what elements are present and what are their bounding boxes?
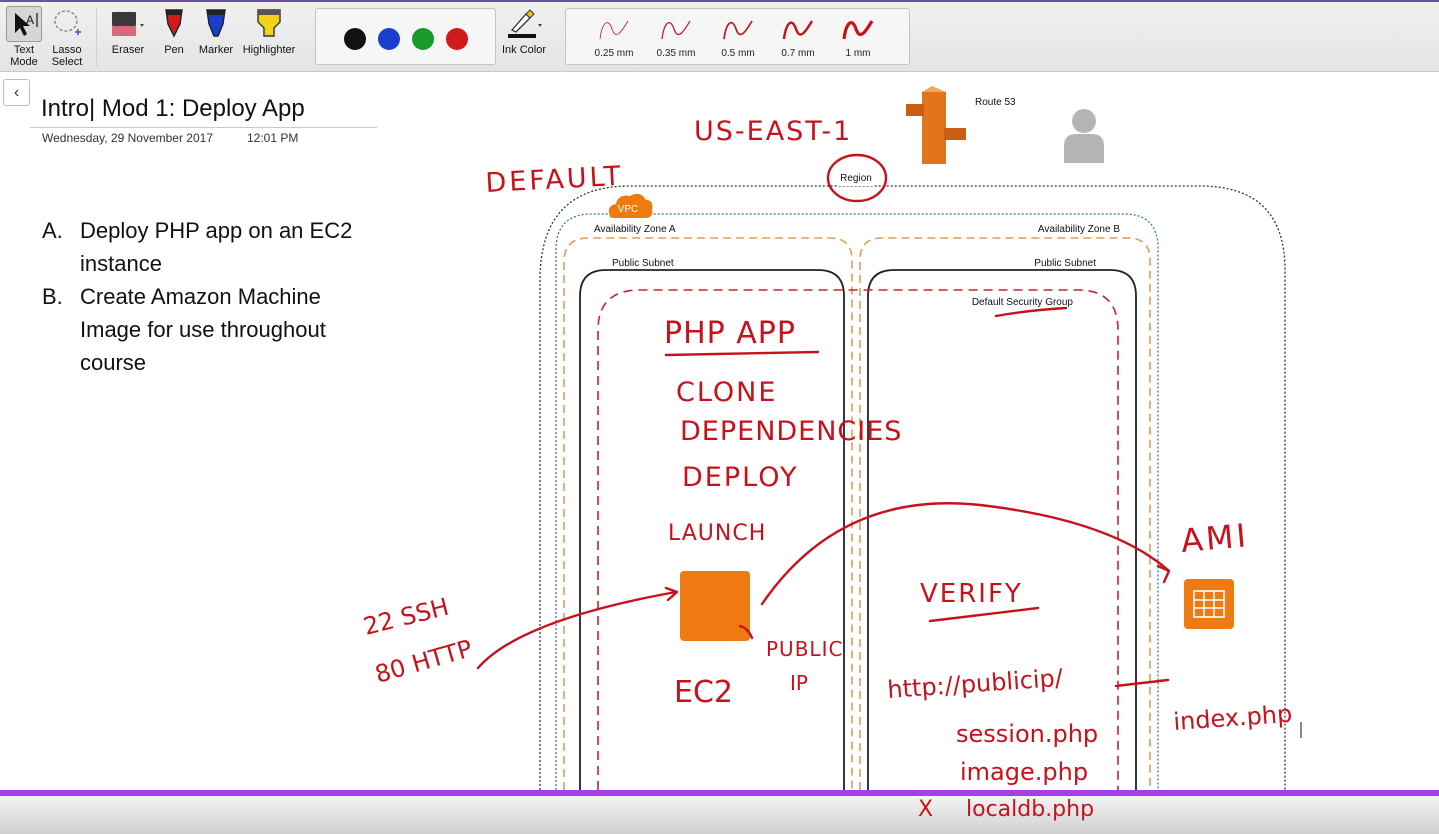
stroke-035-icon (661, 20, 691, 40)
region-label: Region (840, 173, 872, 184)
color-swatch-green[interactable] (412, 28, 434, 50)
ec2-instance-icon (680, 571, 750, 641)
text-mode-icon: A (6, 6, 42, 42)
highlighter-label: Highlighter (242, 44, 296, 56)
thickness-palette: 0.25 mm 0.35 mm 0.5 mm 0.7 mm 1 mm (565, 8, 910, 65)
pen-label: Pen (164, 44, 184, 56)
ink-public: PUBLIC (766, 637, 843, 661)
az-a-label: Availability Zone A (594, 224, 676, 235)
ink-ami: AMI (1179, 516, 1250, 560)
thickness-035-label: 0.35 mm (656, 48, 696, 59)
ink-url: http://publicip/ (886, 664, 1064, 704)
lasso-select-label: Lasso Select (51, 44, 83, 68)
thickness-07-button[interactable]: 0.7 mm (768, 13, 828, 59)
thickness-05-label: 0.5 mm (721, 48, 755, 59)
ink-dependencies: DEPENDENCIES (680, 416, 902, 447)
pen-icon (165, 9, 183, 38)
note-canvas[interactable]: Region VPC Availability Zone A Availabil… (0, 72, 1439, 790)
ink-http: 80 HTTP (372, 634, 475, 688)
text-mode-label: Text Mode (10, 44, 38, 68)
color-swatch-blue[interactable] (378, 28, 400, 50)
ink-session: session.php (956, 720, 1098, 748)
thickness-025-label: 0.25 mm (594, 48, 634, 59)
subnet-a-label: Public Subnet (612, 258, 674, 269)
ink-color-button[interactable]: Ink Color (498, 6, 550, 56)
thickness-025-button[interactable]: 0.25 mm (584, 13, 644, 59)
ink-launch: LAUNCH (668, 521, 766, 546)
user-icon (1064, 109, 1104, 163)
lasso-icon (54, 10, 81, 35)
stroke-07-icon (782, 20, 814, 40)
eraser-label: Eraser (111, 44, 145, 56)
toolbar-divider (96, 8, 97, 66)
stroke-1-icon (842, 20, 874, 40)
ink-index: index.php (1172, 700, 1293, 736)
ink-arrow-inbound (476, 590, 678, 670)
ink-verify: VERIFY (920, 579, 1023, 609)
ink-toolbar: A Text Mode Lasso Select Eraser Pen Mark… (0, 0, 1439, 72)
vpc-cloud-icon: VPC (608, 193, 653, 218)
ink-php-app: PHP APP (664, 316, 796, 351)
ink-connector (1114, 678, 1170, 688)
ink-localdb: localdb.php (966, 797, 1094, 822)
thickness-1-label: 1 mm (845, 48, 871, 59)
ink-ssh: 22 SSH (361, 593, 452, 641)
marker-label: Marker (198, 44, 234, 56)
ink-underline (928, 606, 1040, 623)
ink-color-icon (508, 9, 542, 38)
vpc-label: VPC (618, 204, 639, 215)
toolbar-accent-line (0, 0, 1439, 2)
ink-color-label: Ink Color (501, 44, 547, 56)
thickness-1-button[interactable]: 1 mm (828, 13, 888, 59)
stroke-05-icon (723, 20, 753, 40)
ink-underline (994, 306, 1068, 318)
ink-underline (664, 350, 820, 357)
svg-text:A: A (26, 13, 34, 27)
ink-clone: CLONE (676, 377, 777, 408)
thickness-05-button[interactable]: 0.5 mm (708, 13, 768, 59)
color-swatch-black[interactable] (344, 28, 366, 50)
availability-zone-b (859, 237, 1151, 790)
highlighter-button[interactable]: Highlighter (240, 6, 298, 56)
ink-region-name: US-EAST-1 (694, 116, 852, 147)
security-group-label: Default Security Group (972, 297, 1074, 308)
route53-icon (906, 86, 966, 164)
text-mode-button[interactable]: A Text Mode (4, 6, 44, 68)
color-palette (315, 8, 496, 65)
route53-label: Route 53 (975, 97, 1016, 108)
lasso-select-button[interactable]: Lasso Select (46, 6, 88, 68)
highlighter-icon (257, 9, 281, 37)
ink-x: X (918, 797, 933, 822)
ink-image: image.php (960, 758, 1088, 786)
ink-ec2: EC2 (674, 675, 733, 710)
thickness-035-button[interactable]: 0.35 mm (646, 13, 706, 59)
color-swatch-red[interactable] (446, 28, 468, 50)
ink-deploy: DEPLOY (682, 462, 798, 493)
eraser-icon (112, 12, 144, 36)
ink-default: DEFAULT (485, 161, 624, 199)
eraser-button[interactable]: Eraser (104, 6, 152, 56)
marker-icon (206, 9, 226, 37)
bottom-bar: X localdb.php (0, 796, 1439, 834)
marker-button[interactable]: Marker (196, 6, 236, 56)
az-b-label: Availability Zone B (1038, 224, 1120, 235)
pen-button[interactable]: Pen (156, 6, 192, 56)
subnet-b-label: Public Subnet (1034, 258, 1096, 269)
ink-ip: IP (790, 671, 808, 695)
thickness-07-label: 0.7 mm (781, 48, 815, 59)
ami-icon (1184, 579, 1234, 629)
stroke-025-icon (599, 20, 629, 40)
